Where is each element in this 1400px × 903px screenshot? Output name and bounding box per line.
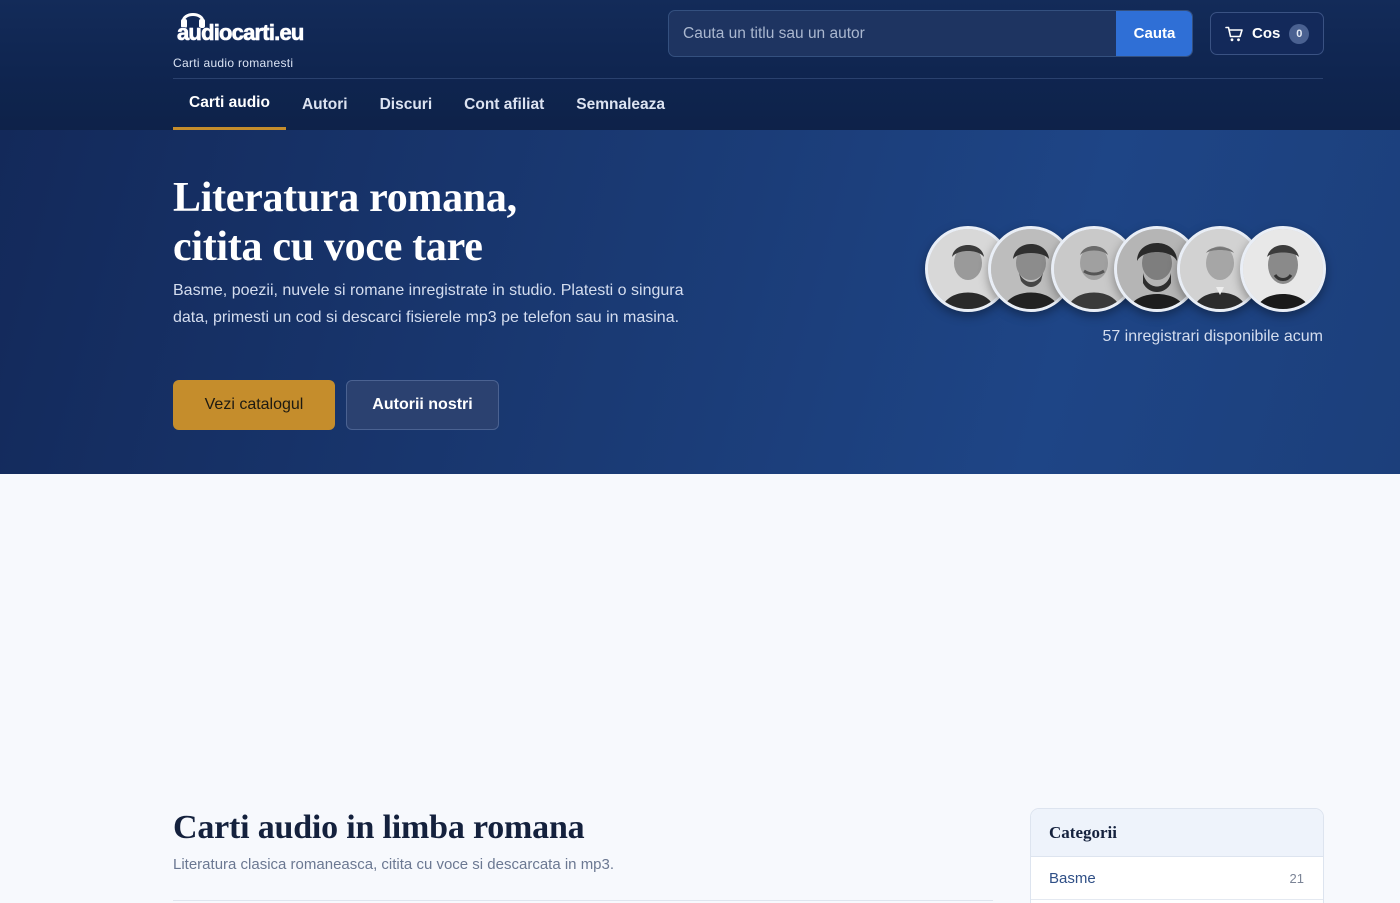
cart-label: Cos <box>1252 25 1281 42</box>
category-item[interactable]: Basme 21 <box>1031 857 1323 900</box>
search-input[interactable] <box>669 11 1117 56</box>
section-subtitle: Literatura clasica romaneasca, citita cu… <box>173 856 615 873</box>
author-portrait[interactable] <box>1240 226 1326 312</box>
nav-item-carti-audio[interactable]: Carti audio <box>173 79 286 130</box>
categories-panel: Categorii Basme 21 <box>1030 808 1324 903</box>
logo-tagline: Carti audio romanesti <box>173 56 294 70</box>
section-title: Carti audio in limba romana <box>173 809 585 846</box>
cart-button[interactable]: Cos 0 <box>1210 12 1324 55</box>
nav-item-discuri[interactable]: Discuri <box>364 79 449 130</box>
view-catalog-button[interactable]: Vezi catalogul <box>173 380 335 430</box>
categories-heading: Categorii <box>1031 809 1323 857</box>
hero-subtitle: Basme, poezii, nuvele si romane inregist… <box>173 282 684 326</box>
author-portrait-image <box>1243 229 1323 309</box>
search-button[interactable]: Cauta <box>1116 11 1192 56</box>
nav-item-cont-afiliat[interactable]: Cont afiliat <box>448 79 560 130</box>
hero-section: Literatura romana, citita cu voce tare B… <box>0 130 1400 474</box>
cart-icon <box>1225 26 1243 41</box>
category-name: Basme <box>1049 869 1096 887</box>
hero-title-line-1: Literatura romana, <box>173 175 517 221</box>
logo-text: audiocarti.eu <box>177 20 305 46</box>
site-header: audiocarti.eu Carti audio romanesti Caut… <box>0 0 1400 130</box>
nav-item-semnaleaza[interactable]: Semnaleaza <box>560 79 681 130</box>
hero-title-line-2: citita cu voce tare <box>173 224 483 270</box>
author-portraits <box>925 226 1326 312</box>
category-count: 21 <box>1289 870 1304 886</box>
site-logo[interactable]: audiocarti.eu Carti audio romanesti <box>173 6 313 70</box>
our-authors-button[interactable]: Autorii nostri <box>346 380 499 430</box>
search-form: Cauta <box>668 10 1193 57</box>
recordings-count: 57 inregistrari disponibile acum <box>1102 328 1323 345</box>
cart-count-badge: 0 <box>1289 23 1310 44</box>
nav-item-autori[interactable]: Autori <box>286 79 364 130</box>
main-nav: Carti audio Autori Discuri Cont afiliat … <box>173 79 681 130</box>
hero-title: Literatura romana, citita cu voce tare <box>173 174 733 272</box>
section-divider <box>173 900 993 901</box>
